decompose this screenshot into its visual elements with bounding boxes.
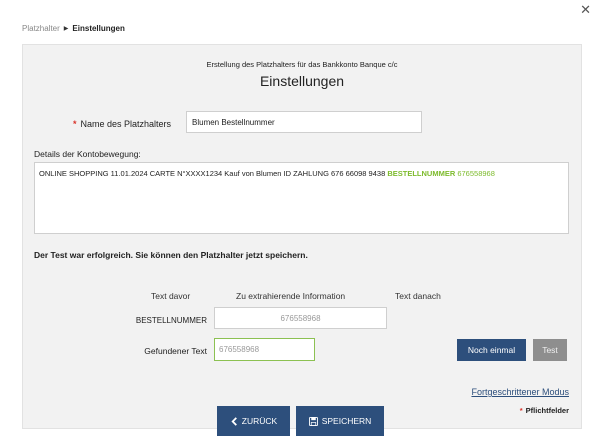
- required-asterisk: *: [73, 119, 77, 129]
- floppy-disk-icon: [308, 416, 318, 426]
- highlight-key: BESTELLNUMMER: [387, 169, 456, 178]
- transaction-details-box[interactable]: ONLINE SHOPPING 11.01.2024 CARTE N°XXXX1…: [34, 162, 569, 234]
- again-button[interactable]: Noch einmal: [457, 339, 526, 361]
- placeholder-name-label: * Name des Platzhalters: [73, 119, 172, 129]
- placeholder-name-input[interactable]: [186, 111, 422, 133]
- required-fields-note: * Pflichtfelder: [519, 406, 569, 415]
- col-header-extract-info: Zu extrahierende Information: [236, 291, 346, 301]
- success-message: Der Test war erfolgreich. Sie können den…: [34, 250, 308, 260]
- breadcrumb: Platzhalter ▶ Einstellungen: [22, 24, 125, 33]
- save-button-label: SPEICHERN: [321, 416, 372, 426]
- breadcrumb-current: Einstellungen: [72, 24, 125, 33]
- close-icon[interactable]: ✕: [580, 3, 591, 16]
- found-text-input[interactable]: [214, 338, 315, 361]
- transaction-details-text: ONLINE SHOPPING 11.01.2024 CARTE N°XXXX1…: [39, 169, 388, 178]
- back-button-label: ZURÜCK: [241, 416, 278, 426]
- dialog-title: Einstellungen: [259, 73, 345, 89]
- col-header-text-before: Text davor: [151, 291, 191, 301]
- back-button[interactable]: ZURÜCK: [217, 406, 290, 436]
- breadcrumb-parent[interactable]: Platzhalter: [22, 24, 60, 33]
- required-asterisk: *: [519, 406, 523, 415]
- highlight-value: 676558968: [455, 169, 495, 178]
- col-header-text-after: Text danach: [395, 291, 441, 301]
- extract-info-input[interactable]: [214, 307, 387, 329]
- transaction-details-label: Details der Kontobewegung:: [34, 149, 141, 159]
- chevron-left-icon: [231, 416, 237, 426]
- text-before-value: BESTELLNUMMER: [135, 316, 207, 325]
- found-text-label: Gefundener Text: [144, 346, 207, 356]
- dialog-subtitle: Erstellung des Platzhalters für das Bank…: [206, 60, 398, 69]
- breadcrumb-separator-icon: ▶: [63, 26, 69, 32]
- settings-panel: Erstellung des Platzhalters für das Bank…: [22, 44, 582, 429]
- advanced-mode-link[interactable]: Fortgeschrittener Modus: [471, 387, 569, 397]
- test-button[interactable]: Test: [533, 339, 567, 361]
- save-button[interactable]: SPEICHERN: [296, 406, 384, 436]
